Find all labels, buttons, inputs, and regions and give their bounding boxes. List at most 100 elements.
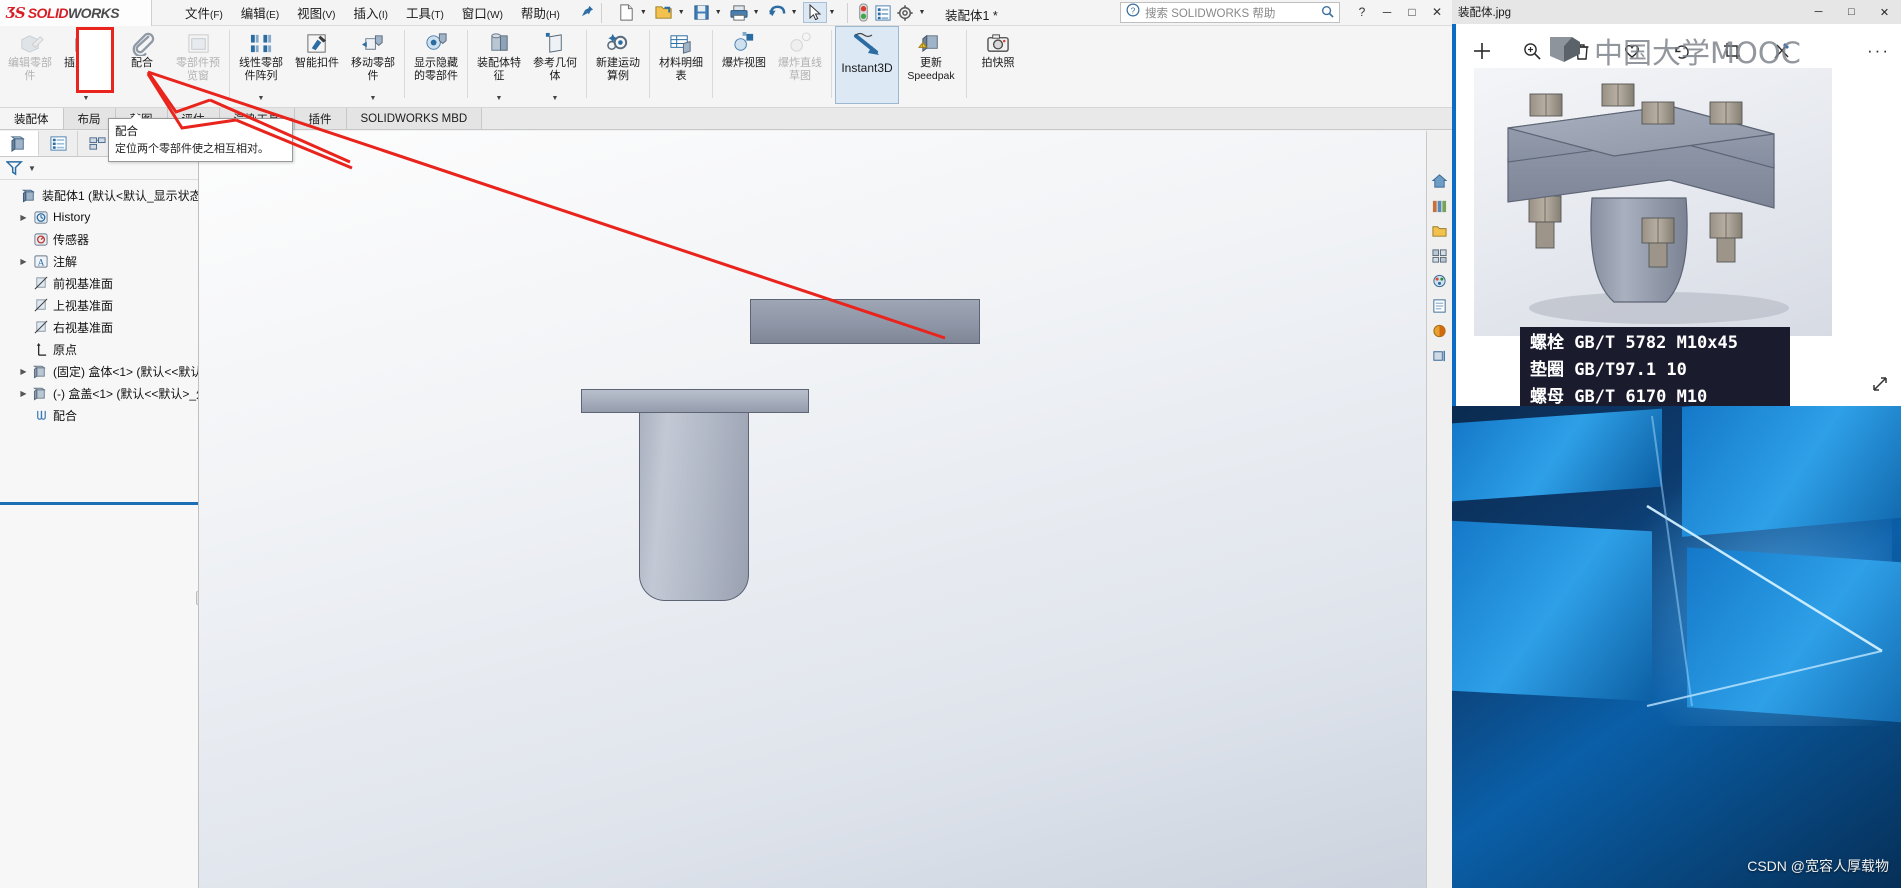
save-document-caret-icon[interactable]: ▼ (715, 9, 722, 16)
linear-pattern-caret-icon[interactable]: ▼ (258, 95, 265, 102)
photos-content-area: ··· 中国大学MOOC 螺栓 GB/T 5782 M10x45 垫圈 GB/T… (1452, 24, 1901, 413)
edit-component-button[interactable]: 编辑零部件 (2, 26, 58, 104)
render-tools-icon[interactable] (1429, 321, 1451, 341)
zoom-button[interactable] (1520, 39, 1544, 63)
new-document-caret-icon[interactable]: ▼ (640, 9, 647, 16)
menu-bar: ƷS SOLID WORKS 文件(F) 编辑(E) 视图(V) 插入(I) 工… (0, 0, 1452, 26)
open-document-caret-icon[interactable]: ▼ (678, 9, 685, 16)
tree-expander[interactable]: ▶ (17, 389, 30, 398)
graphics-area[interactable]: ▼ ▼ ▼ ▼ ◁ ▷ ─ □ ✕ (199, 131, 1426, 888)
component-preview-window-button[interactable]: 零部件预览窗 (170, 26, 226, 104)
photos-close-button[interactable]: ✕ (1868, 0, 1901, 24)
show-hidden-components-button[interactable]: 显示隐藏的零部件 (408, 26, 464, 104)
assembly-features-label: 装配体特征 (477, 57, 521, 82)
search-box[interactable]: ? 搜索 SOLIDWORKS 帮助 (1120, 2, 1340, 23)
tab-addins[interactable]: 插件 (294, 108, 347, 129)
view-palette-icon[interactable] (1429, 246, 1451, 266)
update-speedpak-button[interactable]: ! 更新 Speedpak (899, 26, 963, 104)
feature-tree-tab[interactable] (0, 131, 39, 156)
bill-of-materials-button[interactable]: 材料明细表 (653, 26, 709, 104)
menu-edit[interactable]: 编辑(E) (232, 0, 288, 25)
tooltip-title: 配合 (115, 126, 138, 138)
tree-expander[interactable]: ▶ (17, 367, 30, 376)
menu-help[interactable]: 帮助(H) (512, 0, 569, 25)
rotate-button[interactable] (1670, 39, 1694, 63)
close-button[interactable]: ✕ (1426, 2, 1448, 22)
tree-expander[interactable]: ▶ (17, 257, 30, 266)
rebuild-button[interactable] (855, 1, 872, 24)
options-caret-icon[interactable]: ▼ (918, 9, 925, 16)
mate-button[interactable]: 配合 (114, 26, 170, 104)
photo-image[interactable] (1474, 68, 1832, 336)
crop-button[interactable] (1720, 39, 1744, 63)
minimize-button[interactable]: ─ (1376, 2, 1398, 22)
delete-button[interactable] (1570, 39, 1594, 63)
filter-caret-icon[interactable]: ▼ (28, 164, 36, 173)
file-explorer-icon[interactable] (1429, 221, 1451, 241)
menu-insert[interactable]: 插入(I) (345, 0, 397, 25)
search-input[interactable]: 搜索 SOLIDWORKS 帮助 (1145, 5, 1275, 21)
print-button[interactable] (727, 1, 751, 24)
reference-geometry-icon (542, 30, 569, 56)
move-component-button[interactable]: 移动零部件 ▼ (345, 26, 401, 104)
undo-button[interactable] (765, 1, 789, 24)
instant3d-button[interactable]: Instant3D (835, 26, 899, 104)
pushpin-icon[interactable] (581, 5, 594, 21)
insert-component-caret-icon[interactable]: ▼ (83, 95, 90, 102)
favorite-button[interactable] (1620, 39, 1644, 63)
explode-line-sketch-button[interactable]: 爆炸直线草图 (772, 26, 828, 104)
question-circle-icon[interactable]: ? (1126, 3, 1140, 22)
appearances-scenes-icon[interactable] (1429, 271, 1451, 291)
custom-properties-icon[interactable] (1429, 296, 1451, 316)
reference-geometry-caret-icon[interactable]: ▼ (552, 95, 559, 102)
options-gear-button[interactable] (894, 2, 916, 24)
mate-paperclip-icon (129, 30, 156, 56)
part-box-cover-flange[interactable] (581, 389, 809, 413)
property-manager-tab[interactable] (39, 131, 78, 156)
open-document-button[interactable] (652, 1, 676, 24)
file-properties-button[interactable] (872, 2, 894, 24)
take-snapshot-button[interactable]: 拍快照 (970, 26, 1026, 104)
select-button-caret-icon[interactable]: ▼ (829, 9, 836, 16)
menu-tools[interactable]: 工具(T) (397, 0, 453, 25)
menu-file[interactable]: 文件(F) (176, 0, 232, 25)
new-motion-study-button[interactable]: 新建运动算例 (590, 26, 646, 104)
assembly-features-caret-icon[interactable]: ▼ (496, 95, 503, 102)
ribbon-toolbar: 编辑零部件 插入零部件 ▼ 配合 零部件预览窗 (0, 26, 1452, 108)
edit-button[interactable] (1770, 39, 1794, 63)
menu-insert-mnemonic: (I) (378, 10, 388, 21)
undo-button-caret-icon[interactable]: ▼ (791, 9, 798, 16)
print-button-caret-icon[interactable]: ▼ (753, 9, 760, 16)
pmi-icon[interactable] (1429, 346, 1451, 366)
new-document-button[interactable] (615, 1, 638, 24)
tab-assembly[interactable]: 装配体 (0, 108, 64, 129)
tab-solidworks-mbd[interactable]: SOLIDWORKS MBD (346, 108, 483, 129)
menu-window[interactable]: 窗口(W) (453, 0, 512, 25)
part-box-cover-body[interactable] (639, 413, 749, 601)
magnifier-icon[interactable] (1321, 5, 1334, 21)
menu-view[interactable]: 视图(V) (288, 0, 344, 25)
tree-expander[interactable]: ▶ (17, 213, 30, 222)
more-options-button[interactable]: ··· (1867, 41, 1890, 61)
maximize-button[interactable]: □ (1401, 2, 1423, 22)
add-to-button[interactable] (1470, 39, 1494, 63)
linear-component-pattern-button[interactable]: 线性零部件阵列 ▼ (233, 26, 289, 104)
ds-logo-mark: ƷS (6, 3, 26, 22)
save-document-button[interactable] (690, 1, 713, 24)
part-icon (30, 364, 51, 379)
annotations-icon: A (30, 254, 51, 269)
assembly-features-button[interactable]: 装配体特征 ▼ (471, 26, 527, 104)
exploded-view-button[interactable]: 爆炸视图 (716, 26, 772, 104)
photos-maximize-button[interactable]: □ (1835, 0, 1868, 24)
move-component-caret-icon[interactable]: ▼ (370, 95, 377, 102)
photos-minimize-button[interactable]: ─ (1802, 0, 1835, 24)
plane-icon (30, 320, 51, 335)
sw-resources-home-icon[interactable] (1429, 171, 1451, 191)
expand-diagonal-icon[interactable] (1871, 375, 1889, 398)
smart-fasteners-button[interactable]: 智能扣件 (289, 26, 345, 104)
reference-geometry-button[interactable]: 参考几何体 ▼ (527, 26, 583, 104)
help-window-button[interactable]: ? (1351, 2, 1373, 22)
design-library-icon[interactable] (1429, 196, 1451, 216)
part-box-body-plate[interactable] (750, 299, 980, 344)
select-button[interactable] (802, 2, 827, 23)
